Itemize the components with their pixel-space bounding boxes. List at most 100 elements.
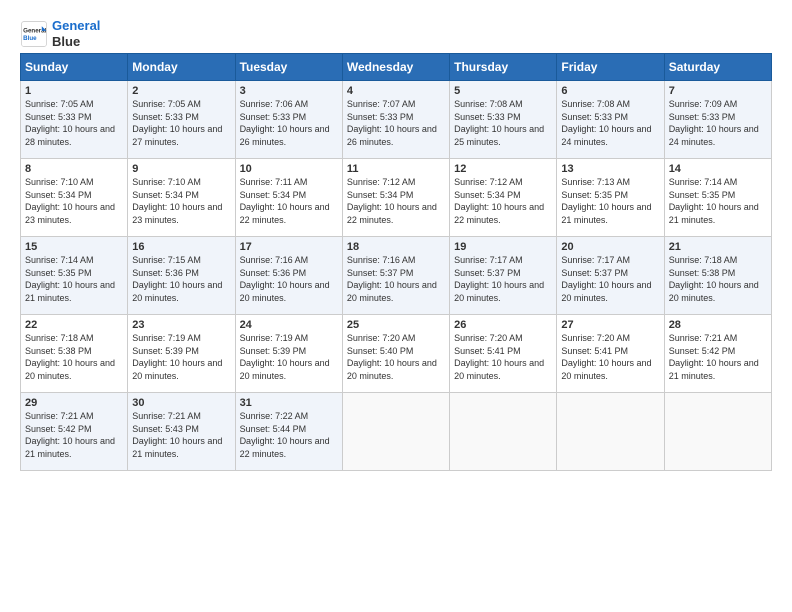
day-number: 3 (240, 85, 338, 97)
calendar-cell: 14 Sunrise: 7:14 AMSunset: 5:35 PMDaylig… (664, 159, 771, 237)
day-info: Sunrise: 7:20 AMSunset: 5:41 PMDaylight:… (454, 333, 544, 381)
calendar-cell: 1 Sunrise: 7:05 AMSunset: 5:33 PMDayligh… (21, 81, 128, 159)
calendar-cell: 29 Sunrise: 7:21 AMSunset: 5:42 PMDaylig… (21, 393, 128, 471)
calendar-cell: 31 Sunrise: 7:22 AMSunset: 5:44 PMDaylig… (235, 393, 342, 471)
calendar-cell: 28 Sunrise: 7:21 AMSunset: 5:42 PMDaylig… (664, 315, 771, 393)
header: General Blue General Blue (20, 18, 772, 49)
calendar-week-row: 22 Sunrise: 7:18 AMSunset: 5:38 PMDaylig… (21, 315, 772, 393)
day-info: Sunrise: 7:21 AMSunset: 5:42 PMDaylight:… (25, 411, 115, 459)
day-number: 22 (25, 319, 123, 331)
day-number: 5 (454, 85, 552, 97)
day-number: 27 (561, 319, 659, 331)
day-info: Sunrise: 7:08 AMSunset: 5:33 PMDaylight:… (561, 99, 651, 147)
header-wednesday: Wednesday (342, 54, 449, 81)
day-info: Sunrise: 7:16 AMSunset: 5:37 PMDaylight:… (347, 255, 437, 303)
day-number: 14 (669, 163, 767, 175)
day-info: Sunrise: 7:19 AMSunset: 5:39 PMDaylight:… (240, 333, 330, 381)
calendar-cell: 18 Sunrise: 7:16 AMSunset: 5:37 PMDaylig… (342, 237, 449, 315)
calendar-week-row: 1 Sunrise: 7:05 AMSunset: 5:33 PMDayligh… (21, 81, 772, 159)
day-info: Sunrise: 7:05 AMSunset: 5:33 PMDaylight:… (132, 99, 222, 147)
day-info: Sunrise: 7:20 AMSunset: 5:41 PMDaylight:… (561, 333, 651, 381)
day-number: 2 (132, 85, 230, 97)
logo-subtext: Blue (52, 34, 80, 49)
calendar-cell: 16 Sunrise: 7:15 AMSunset: 5:36 PMDaylig… (128, 237, 235, 315)
logo-text: General (52, 18, 100, 33)
day-info: Sunrise: 7:17 AMSunset: 5:37 PMDaylight:… (561, 255, 651, 303)
day-info: Sunrise: 7:20 AMSunset: 5:40 PMDaylight:… (347, 333, 437, 381)
calendar-cell: 4 Sunrise: 7:07 AMSunset: 5:33 PMDayligh… (342, 81, 449, 159)
calendar-cell: 6 Sunrise: 7:08 AMSunset: 5:33 PMDayligh… (557, 81, 664, 159)
calendar-cell: 25 Sunrise: 7:20 AMSunset: 5:40 PMDaylig… (342, 315, 449, 393)
day-info: Sunrise: 7:22 AMSunset: 5:44 PMDaylight:… (240, 411, 330, 459)
day-info: Sunrise: 7:21 AMSunset: 5:43 PMDaylight:… (132, 411, 222, 459)
day-number: 23 (132, 319, 230, 331)
day-number: 15 (25, 241, 123, 253)
calendar-cell: 24 Sunrise: 7:19 AMSunset: 5:39 PMDaylig… (235, 315, 342, 393)
calendar-cell (450, 393, 557, 471)
header-monday: Monday (128, 54, 235, 81)
day-number: 9 (132, 163, 230, 175)
calendar-cell (664, 393, 771, 471)
calendar-cell: 27 Sunrise: 7:20 AMSunset: 5:41 PMDaylig… (557, 315, 664, 393)
calendar-cell: 26 Sunrise: 7:20 AMSunset: 5:41 PMDaylig… (450, 315, 557, 393)
header-sunday: Sunday (21, 54, 128, 81)
calendar-cell: 2 Sunrise: 7:05 AMSunset: 5:33 PMDayligh… (128, 81, 235, 159)
day-info: Sunrise: 7:07 AMSunset: 5:33 PMDaylight:… (347, 99, 437, 147)
day-info: Sunrise: 7:10 AMSunset: 5:34 PMDaylight:… (132, 177, 222, 225)
day-number: 6 (561, 85, 659, 97)
calendar-cell (557, 393, 664, 471)
day-number: 21 (669, 241, 767, 253)
calendar-week-row: 29 Sunrise: 7:21 AMSunset: 5:42 PMDaylig… (21, 393, 772, 471)
calendar-cell (342, 393, 449, 471)
calendar-table: Sunday Monday Tuesday Wednesday Thursday… (20, 53, 772, 471)
header-tuesday: Tuesday (235, 54, 342, 81)
day-info: Sunrise: 7:08 AMSunset: 5:33 PMDaylight:… (454, 99, 544, 147)
day-info: Sunrise: 7:17 AMSunset: 5:37 PMDaylight:… (454, 255, 544, 303)
calendar-cell: 10 Sunrise: 7:11 AMSunset: 5:34 PMDaylig… (235, 159, 342, 237)
calendar-week-row: 15 Sunrise: 7:14 AMSunset: 5:35 PMDaylig… (21, 237, 772, 315)
header-friday: Friday (557, 54, 664, 81)
calendar-week-row: 8 Sunrise: 7:10 AMSunset: 5:34 PMDayligh… (21, 159, 772, 237)
day-number: 17 (240, 241, 338, 253)
calendar-cell: 15 Sunrise: 7:14 AMSunset: 5:35 PMDaylig… (21, 237, 128, 315)
calendar-cell: 23 Sunrise: 7:19 AMSunset: 5:39 PMDaylig… (128, 315, 235, 393)
calendar-cell: 19 Sunrise: 7:17 AMSunset: 5:37 PMDaylig… (450, 237, 557, 315)
day-info: Sunrise: 7:15 AMSunset: 5:36 PMDaylight:… (132, 255, 222, 303)
day-number: 13 (561, 163, 659, 175)
calendar-cell: 12 Sunrise: 7:12 AMSunset: 5:34 PMDaylig… (450, 159, 557, 237)
calendar-cell: 20 Sunrise: 7:17 AMSunset: 5:37 PMDaylig… (557, 237, 664, 315)
calendar-cell: 17 Sunrise: 7:16 AMSunset: 5:36 PMDaylig… (235, 237, 342, 315)
day-number: 19 (454, 241, 552, 253)
day-info: Sunrise: 7:13 AMSunset: 5:35 PMDaylight:… (561, 177, 651, 225)
day-number: 11 (347, 163, 445, 175)
day-info: Sunrise: 7:19 AMSunset: 5:39 PMDaylight:… (132, 333, 222, 381)
day-info: Sunrise: 7:14 AMSunset: 5:35 PMDaylight:… (25, 255, 115, 303)
day-info: Sunrise: 7:12 AMSunset: 5:34 PMDaylight:… (347, 177, 437, 225)
calendar-cell: 8 Sunrise: 7:10 AMSunset: 5:34 PMDayligh… (21, 159, 128, 237)
day-number: 31 (240, 397, 338, 409)
day-number: 30 (132, 397, 230, 409)
svg-text:Blue: Blue (23, 35, 37, 42)
day-info: Sunrise: 7:16 AMSunset: 5:36 PMDaylight:… (240, 255, 330, 303)
day-number: 12 (454, 163, 552, 175)
day-number: 8 (25, 163, 123, 175)
day-info: Sunrise: 7:18 AMSunset: 5:38 PMDaylight:… (669, 255, 759, 303)
day-number: 20 (561, 241, 659, 253)
logo: General Blue General Blue (20, 18, 100, 49)
header-saturday: Saturday (664, 54, 771, 81)
main-container: General Blue General Blue Sunday Monday … (0, 0, 792, 481)
day-number: 29 (25, 397, 123, 409)
day-number: 10 (240, 163, 338, 175)
weekday-header-row: Sunday Monday Tuesday Wednesday Thursday… (21, 54, 772, 81)
day-number: 24 (240, 319, 338, 331)
calendar-cell: 21 Sunrise: 7:18 AMSunset: 5:38 PMDaylig… (664, 237, 771, 315)
day-info: Sunrise: 7:12 AMSunset: 5:34 PMDaylight:… (454, 177, 544, 225)
day-info: Sunrise: 7:14 AMSunset: 5:35 PMDaylight:… (669, 177, 759, 225)
calendar-cell: 30 Sunrise: 7:21 AMSunset: 5:43 PMDaylig… (128, 393, 235, 471)
day-info: Sunrise: 7:18 AMSunset: 5:38 PMDaylight:… (25, 333, 115, 381)
logo-icon: General Blue (20, 20, 48, 48)
day-info: Sunrise: 7:21 AMSunset: 5:42 PMDaylight:… (669, 333, 759, 381)
calendar-cell: 9 Sunrise: 7:10 AMSunset: 5:34 PMDayligh… (128, 159, 235, 237)
calendar-cell: 11 Sunrise: 7:12 AMSunset: 5:34 PMDaylig… (342, 159, 449, 237)
calendar-cell: 7 Sunrise: 7:09 AMSunset: 5:33 PMDayligh… (664, 81, 771, 159)
